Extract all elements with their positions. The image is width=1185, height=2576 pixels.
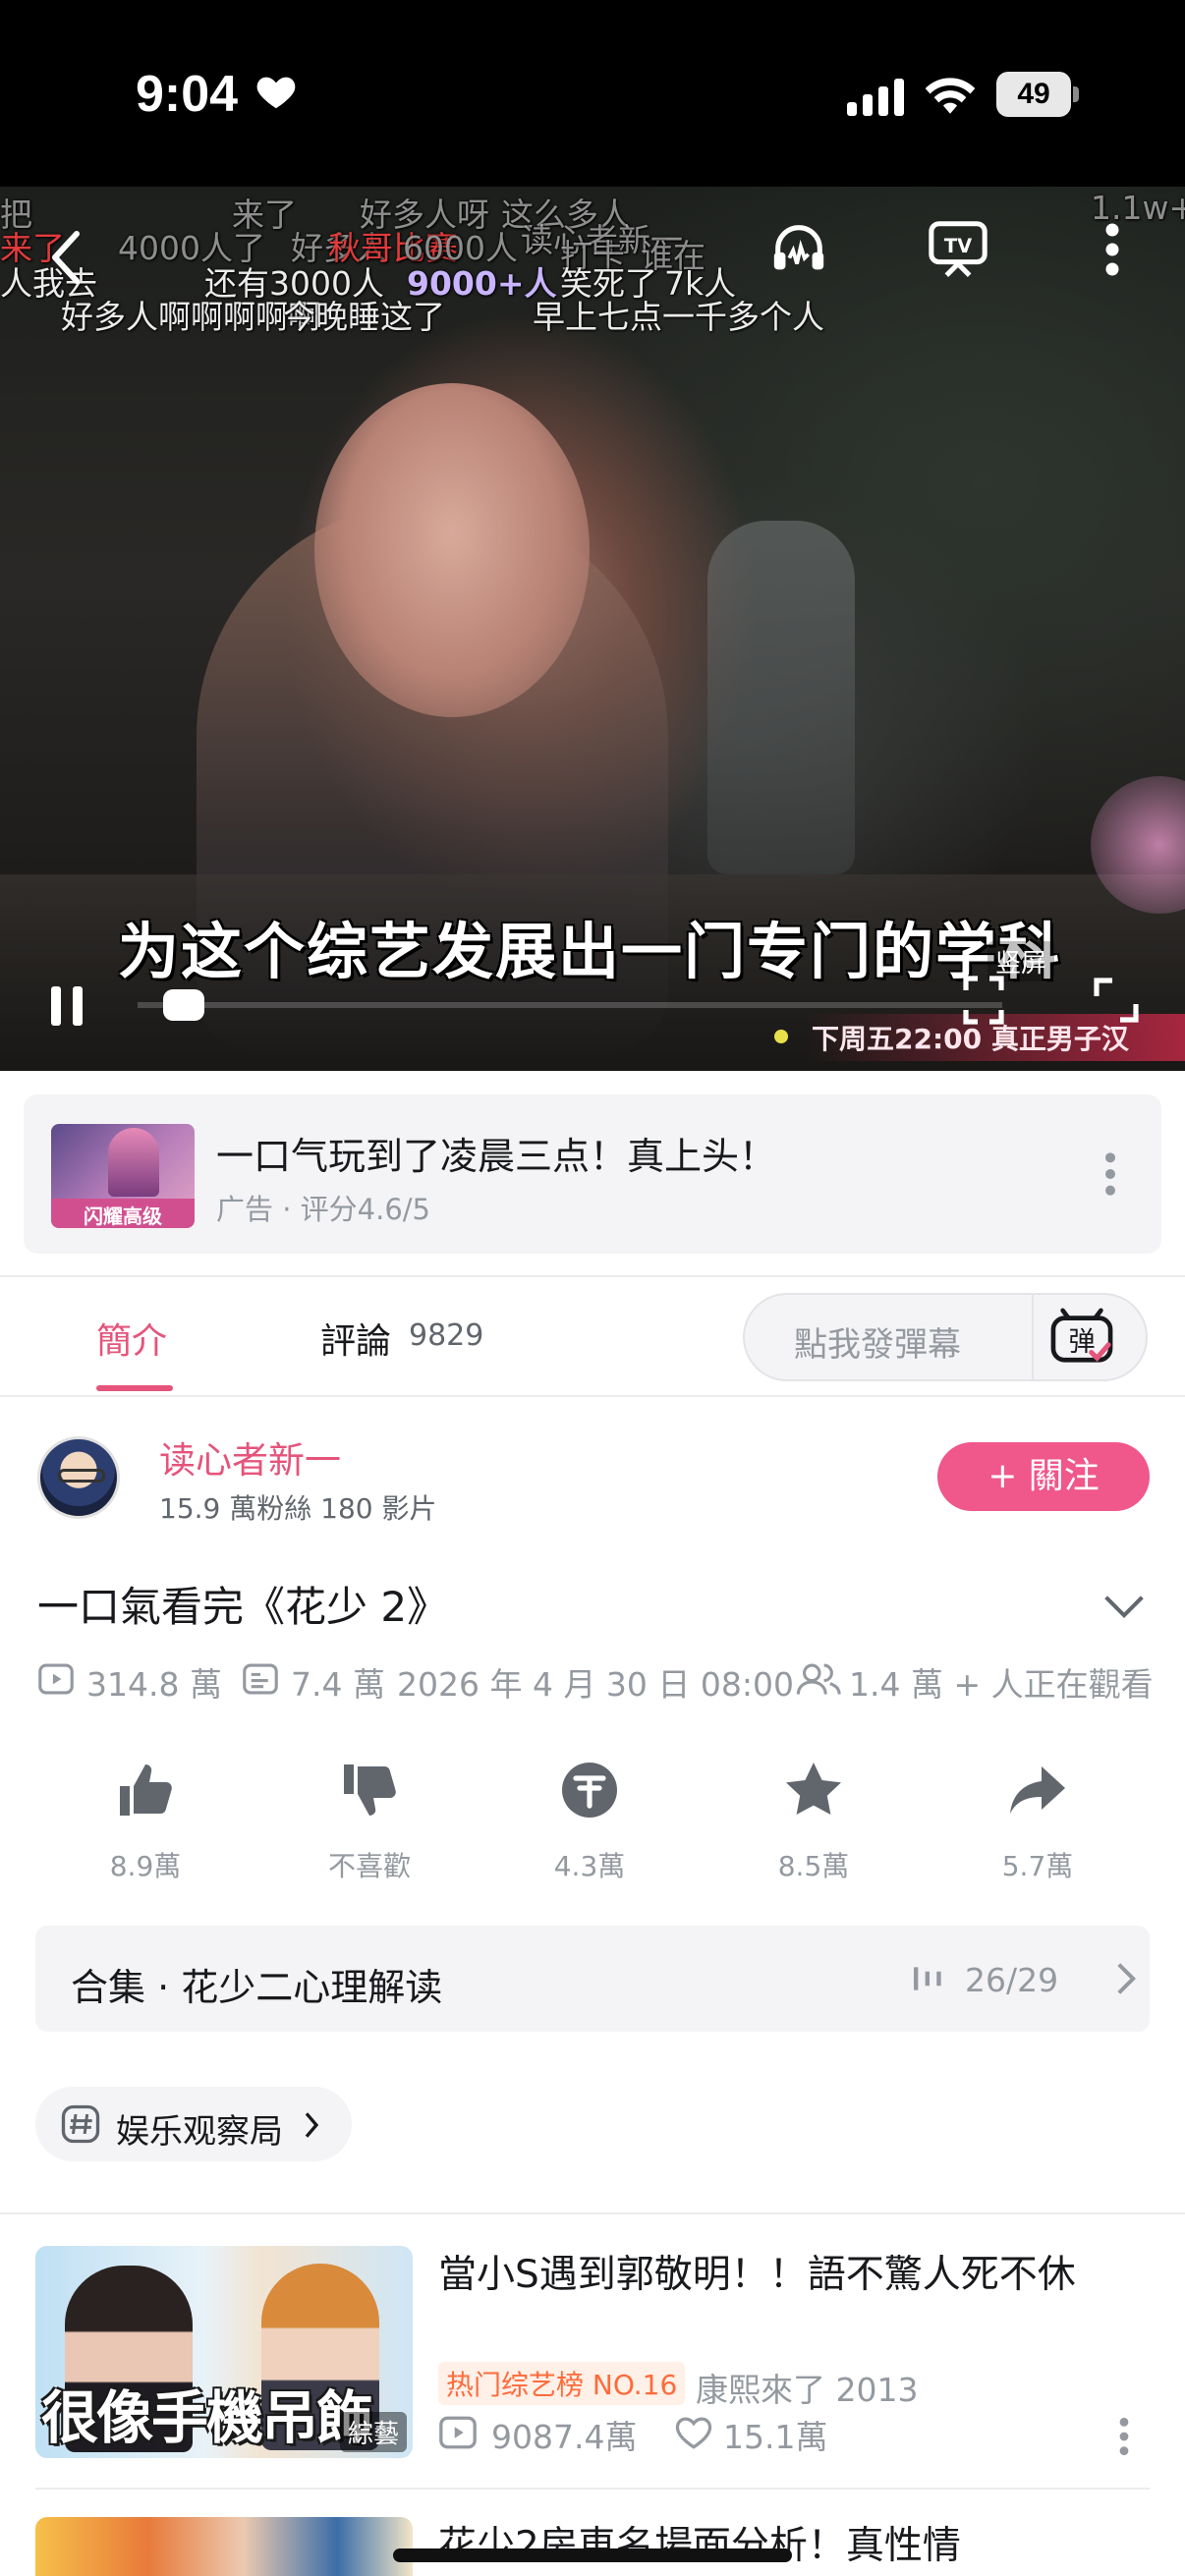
ad-thumbnail-label: 闪耀高级 (84, 1204, 162, 1228)
cellular-signal-icon (847, 79, 904, 116)
related-view-count: 9087.4萬 (491, 2418, 638, 2456)
portrait-mode-icon[interactable] (959, 973, 1008, 1028)
tag-chip[interactable]: 娱乐观察局 (35, 2087, 352, 2161)
related-video-title[interactable]: 當小S遇到郭敬明！！語不驚人死不休 (438, 2244, 1076, 2299)
battery-indicator: 49 (996, 72, 1079, 117)
wifi-icon (925, 78, 976, 114)
collection-bar[interactable]: 合集 · 花少二心理解读 26/29 (35, 1926, 1150, 2032)
tab-intro[interactable]: 簡介 (96, 1313, 167, 1364)
danmaku-settings-icon[interactable]: 弹 (1049, 1307, 1114, 1368)
like-count: 8.9萬 (109, 1850, 182, 1882)
ad-title[interactable]: 一口气玩到了凌晨三点！真上头！ (216, 1126, 776, 1180)
viewers-icon (796, 1663, 841, 1695)
hashtag-icon (61, 2104, 100, 2144)
pause-icon[interactable] (47, 982, 86, 1030)
thumbs-up-icon (120, 1764, 172, 1816)
progress-thumb[interactable] (163, 989, 205, 1021)
star-icon (786, 1763, 841, 1815)
dislike-button[interactable]: 不喜歡 (291, 1759, 448, 1886)
coin-count: 4.3萬 (553, 1850, 626, 1882)
thumbnail-caption: 很像手機吊飾 (41, 2384, 373, 2451)
danmaku-comment: 今晚睡这了 (283, 298, 445, 336)
tv-cast-icon[interactable]: TV (926, 216, 990, 281)
heart-icon (675, 2417, 712, 2449)
related-video-source: 康熙來了 2013 (696, 2371, 919, 2409)
play-count-icon (439, 2416, 477, 2449)
svg-text:TV: TV (944, 235, 972, 257)
thumbnail-badge: 綜藝 (339, 2412, 407, 2452)
coin-button[interactable]: 4.3萬 (511, 1759, 668, 1886)
tab-intro-underline (96, 1385, 173, 1391)
collection-progress: 26/29 (965, 1961, 1059, 1999)
share-icon (1010, 1766, 1065, 1814)
episodes-icon (914, 1967, 941, 1990)
play-count-icon (38, 1663, 74, 1695)
more-options-icon[interactable] (1100, 220, 1124, 279)
battery-level: 49 (1017, 78, 1050, 110)
tag-label: 娱乐观察局 (116, 2112, 283, 2152)
heart-icon (256, 77, 296, 109)
divider (0, 1275, 1185, 1277)
ad-card[interactable]: 闪耀高级 一口气玩到了凌晨三点！真上头！ 广告 · 评分4.6/5 (24, 1094, 1161, 1254)
chevron-down-icon[interactable] (1102, 1594, 1146, 1619)
ad-thumbnail[interactable]: 闪耀高级 (51, 1124, 195, 1228)
share-button[interactable]: 5.7萬 (959, 1759, 1116, 1886)
video-subtitle: 为这个综艺发展出一门专门的学科 (118, 916, 1062, 987)
danmaku-comment: 早上七点一千多个人 (533, 298, 824, 336)
divider (35, 2488, 1150, 2490)
like-button[interactable]: 8.9萬 (67, 1759, 224, 1886)
related-like-count: 15.1萬 (723, 2418, 828, 2456)
progress-track[interactable] (138, 1002, 1002, 1008)
coin-icon (562, 1763, 617, 1818)
tab-comments[interactable]: 評論 (320, 1313, 391, 1364)
status-time: 9:04 (136, 66, 239, 123)
watching-count: 1.4 萬 + 人正在觀看 (849, 1665, 1154, 1704)
chevron-right-icon (305, 2112, 319, 2138)
related-video-thumbnail[interactable] (35, 2517, 413, 2576)
view-count: 314.8 萬 (86, 1665, 222, 1704)
back-icon[interactable] (47, 228, 86, 287)
rank-tag: 热门综艺榜 NO.16 (438, 2362, 686, 2405)
video-player[interactable]: 把来了 好多人呀 这么多人 1.1w+ 来了 4000人了 好多人 秋哥比赛 6000人 读心者新… (0, 187, 1185, 1071)
status-bar: 9:04 49 (0, 0, 1185, 187)
divider (0, 2212, 1185, 2214)
more-options-icon[interactable] (1114, 2415, 1134, 2458)
related-video-thumbnail[interactable]: 很像手機吊飾 綜藝 (35, 2246, 413, 2458)
thumbs-down-icon (344, 1764, 396, 1816)
follow-button[interactable]: + 關注 (937, 1442, 1150, 1511)
chevron-right-icon (1117, 1963, 1137, 1994)
divider (0, 1395, 1185, 1397)
danmaku-comment: 好多人啊啊啊啊啊 (61, 298, 320, 336)
video-title: 一口氣看完《花少 2》 (37, 1583, 449, 1631)
favorite-count: 8.5萬 (777, 1850, 850, 1882)
share-count: 5.7萬 (1001, 1850, 1074, 1882)
danmaku-count-icon (243, 1663, 278, 1695)
ad-more-icon[interactable] (1100, 1149, 1120, 1199)
favorite-button[interactable]: 8.5萬 (735, 1759, 892, 1886)
ad-meta: 广告 · 评分4.6/5 (216, 1193, 430, 1226)
audio-mode-icon[interactable] (768, 218, 829, 279)
danmaku-input-placeholder[interactable]: 點我發彈幕 (794, 1317, 961, 1366)
dislike-label: 不喜歡 (327, 1850, 411, 1882)
video-frame-face (314, 383, 590, 717)
video-ad-dot (774, 1030, 788, 1043)
avatar[interactable] (37, 1436, 120, 1519)
uploader-stats: 15.9 萬粉絲 180 影片 (159, 1492, 437, 1525)
danmaku-input-separator (1032, 1295, 1034, 1379)
danmaku-count: 7.4 萬 (291, 1665, 385, 1704)
collection-title: 合集 · 花少二心理解读 (71, 1966, 443, 2009)
fullscreen-icon[interactable] (1091, 975, 1142, 1026)
uploader-name[interactable]: 读心者新一 (159, 1430, 341, 1484)
comments-count[interactable]: 9829 (409, 1318, 483, 1353)
publish-date: 2026 年 4 月 30 日 08:00 (397, 1665, 795, 1704)
video-frame-lantern (707, 521, 855, 874)
home-indicator (393, 2548, 792, 2562)
